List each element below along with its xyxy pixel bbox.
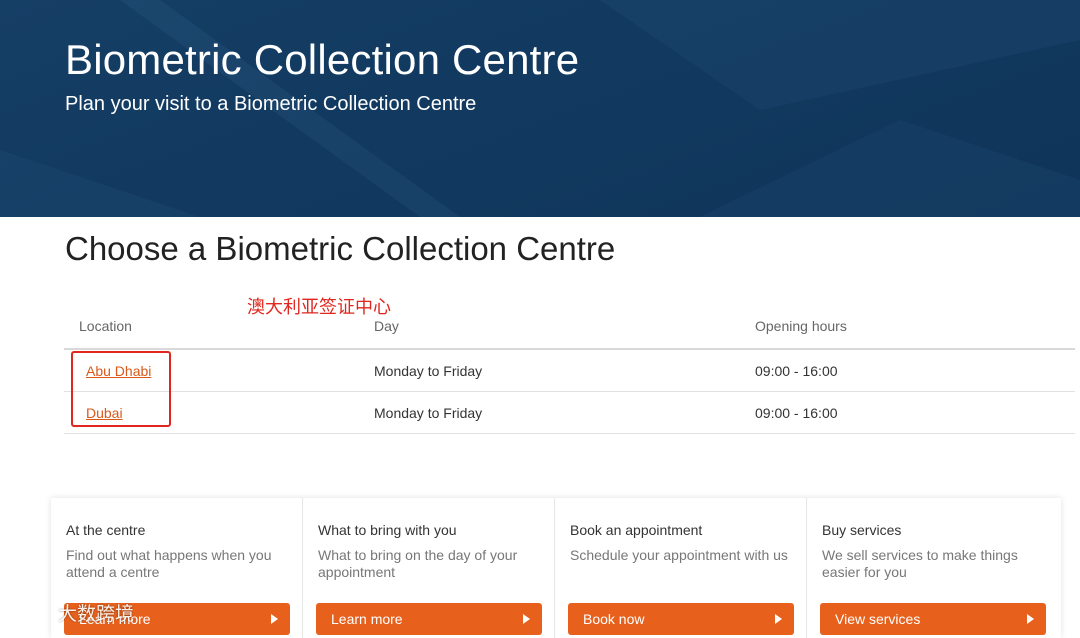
learn-more-button[interactable]: Learn more (316, 603, 542, 635)
info-cards: At the centre Find out what happens when… (51, 498, 1061, 638)
table-header: Location Day Opening hours (64, 306, 1075, 350)
header-opening-hours: Opening hours (755, 318, 847, 334)
watermark: 大数跨境 (8, 598, 134, 626)
view-services-button[interactable]: View services (820, 603, 1046, 635)
arrow-right-icon (523, 614, 530, 624)
card-description: We sell services to make things easier f… (822, 547, 1018, 580)
card-description: What to bring on the day of your appoint… (318, 547, 518, 580)
book-now-button[interactable]: Book now (568, 603, 794, 635)
hours-cell: 09:00 - 16:00 (755, 405, 838, 421)
header-location: Location (79, 318, 132, 334)
card-buy-services: Buy services We sell services to make th… (807, 498, 1059, 638)
card-title: At the centre (66, 522, 146, 538)
card-title: Book an appointment (570, 522, 703, 538)
card-description: Find out what happens when you attend a … (66, 547, 272, 580)
day-cell: Monday to Friday (374, 405, 483, 421)
page-subtitle: Plan your visit to a Biometric Collectio… (65, 93, 477, 115)
button-label: Book now (583, 611, 645, 627)
watermark-logo-icon (10, 602, 45, 621)
arrow-right-icon (271, 614, 278, 624)
card-book-appointment: Book an appointment Schedule your appoin… (555, 498, 807, 638)
section-title: Choose a Biometric Collection Centre (65, 230, 616, 267)
card-title: Buy services (822, 522, 902, 538)
arrow-right-icon (1027, 614, 1034, 624)
table-row: Abu Dhabi Monday to Friday 09:00 - 16:00 (64, 350, 1075, 392)
day-cell: Monday to Friday (374, 363, 483, 379)
hero-banner: Biometric Collection Centre Plan your vi… (0, 0, 1080, 217)
header-day: Day (374, 318, 399, 334)
table-row: Dubai Monday to Friday 09:00 - 16:00 (64, 392, 1075, 434)
arrow-right-icon (775, 614, 782, 624)
watermark-text: 大数跨境 (58, 602, 135, 625)
page-title: Biometric Collection Centre (65, 36, 580, 83)
button-label: View services (835, 611, 921, 627)
card-description: Schedule your appointment with us (570, 547, 788, 563)
annotation-highlight-box (71, 351, 171, 427)
button-label: Learn more (331, 611, 403, 627)
centres-table: Location Day Opening hours Abu Dhabi Mon… (64, 306, 1075, 434)
card-what-to-bring: What to bring with you What to bring on … (303, 498, 555, 638)
card-title: What to bring with you (318, 522, 457, 538)
hours-cell: 09:00 - 16:00 (755, 363, 838, 379)
